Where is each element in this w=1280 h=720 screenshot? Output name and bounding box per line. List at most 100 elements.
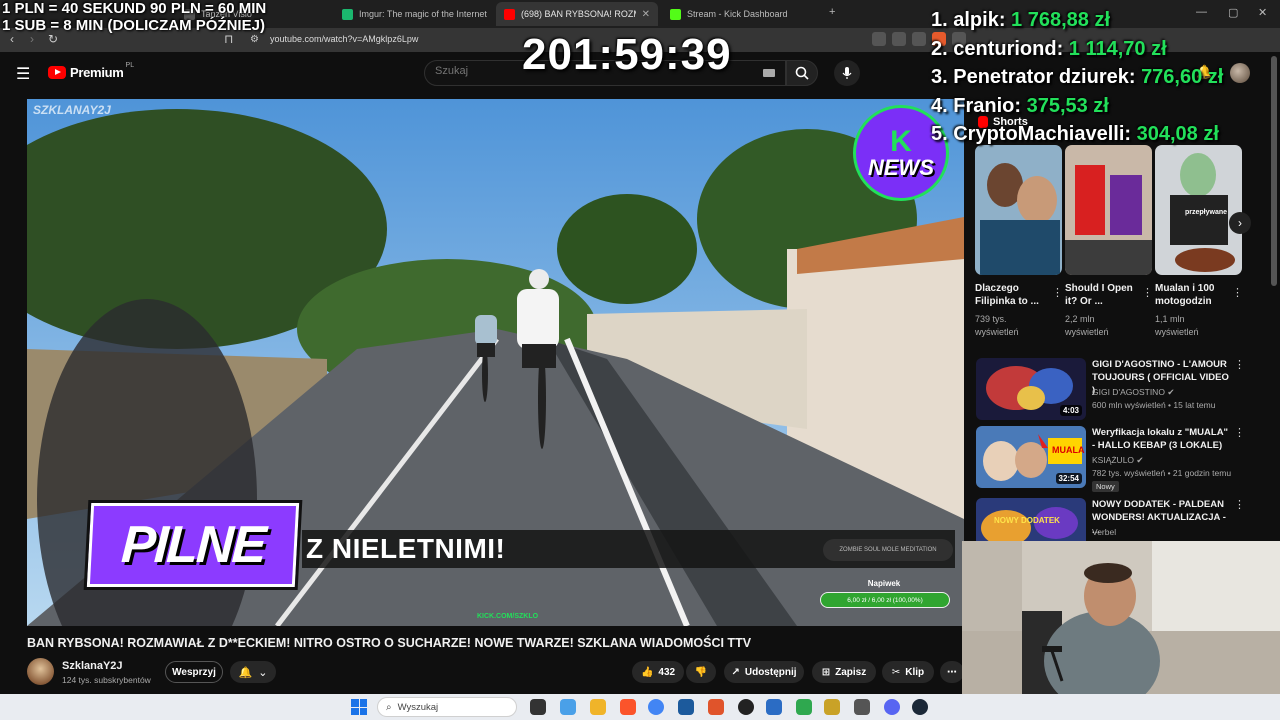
pilne-text: PILNE [119,516,267,574]
calculator-icon[interactable] [854,699,870,715]
video-thumbnail: MUALA 32:54 [976,426,1086,488]
share-button[interactable]: ↗ Udostępnij [724,661,804,683]
share-icon[interactable] [892,32,906,46]
video-meta: 600 mln wyświetleń • 15 lat temu [1092,400,1216,410]
browser-tab-active[interactable]: (698) BAN RYBSONA! ROZMA ✕ [496,2,658,26]
notepad-icon[interactable] [766,699,782,715]
save-button[interactable]: ⊞ Zapisz [812,661,876,683]
keyboard-icon[interactable] [763,69,775,77]
video-thumbnail: 4:03 [976,358,1086,420]
short-views: 2,2 mln wyświetleń [1065,314,1109,337]
shorts-next-button[interactable]: › [1229,212,1251,234]
donation-rules-overlay: 1 PLN = 40 SEKUND 90 PLN = 60 MIN 1 SUB … [2,0,266,34]
save-icon: ⊞ [821,666,831,678]
close-tab-icon[interactable]: ✕ [636,9,650,20]
recommended-video[interactable]: NOWY DODATEK NOWY DODATEK - PALDEAN WOND… [976,498,1266,542]
verified-icon: ✔ [1136,455,1144,465]
ticker-text: Z NIELETNIMI! [306,533,506,564]
clip-label: Klip [905,666,925,678]
menu-icon[interactable]: ☰ [16,64,30,84]
thumbnail-text: MUALA [1052,445,1085,455]
chrome-icon[interactable] [648,699,664,715]
video-duration: 32:54 [1055,473,1082,484]
channel-avatar[interactable] [27,658,54,685]
clip-button[interactable]: ✂ Klip [882,661,934,683]
notification-bell-button[interactable]: 🔔 ⌄ [230,661,276,683]
brave-icon[interactable] [620,699,636,715]
support-button[interactable]: Wesprzyj [165,661,223,683]
account-avatar[interactable] [1230,63,1250,83]
dislike-button[interactable]: 👎 [686,661,716,683]
short-title: Mualan i 100 motogodzin [1155,283,1215,307]
scissors-icon: ✂ [891,666,901,678]
donor-row: 4. Franio: 375,53 zł [931,94,1109,117]
site-info-icon[interactable]: ⚙ [250,34,259,45]
file-explorer-icon[interactable] [590,699,606,715]
close-window-icon[interactable]: ✕ [1258,6,1267,19]
kick-tag: KICK.COM/SZKLO [477,613,539,620]
new-tab-button[interactable]: + [829,6,835,18]
video-player[interactable]: SZKLANAY2J K NEWS PILNE Z NIELETNIMI! ZO… [27,99,964,626]
short-menu-icon[interactable]: ⋮ [1052,286,1063,299]
maximize-icon[interactable]: ▢ [1228,6,1238,19]
search-icon [795,66,809,80]
short-item[interactable]: Dlaczego Filipinka to ... 739 tys. wyświe… [975,145,1063,337]
video-menu-icon[interactable]: ⋮ [1234,426,1245,439]
donor-row: 5. CryptoMachiavelli: 304,08 zł [931,123,1219,145]
task-view-icon[interactable] [530,699,546,715]
short-thumbnail: przepływane [1155,145,1242,275]
thumbs-up-icon: 👍 [640,666,654,678]
imgur-favicon-icon [342,8,353,20]
video-thumbnail: NOWY DODATEK [976,498,1086,542]
short-menu-icon[interactable]: ⋮ [1232,286,1243,299]
like-count: 432 [658,666,676,678]
thumbnail-text: NOWY DODATEK [994,516,1060,525]
save-label: Zapisz [835,666,867,678]
obs-icon[interactable] [738,699,754,715]
app-icon[interactable] [796,699,812,715]
app-icon[interactable] [824,699,840,715]
short-title: Dlaczego Filipinka to ... [975,283,1039,307]
donor-leaderboard: 1. alpik: 1 768,88 zł 2. centuriond: 1 1… [931,6,1223,149]
taskbar-search[interactable]: ⌕ Wyszukaj [377,697,517,717]
video-menu-icon[interactable]: ⋮ [1234,498,1245,511]
store-icon[interactable] [678,699,694,715]
thumbs-down-icon: 👎 [694,666,708,678]
tip-goal-bar: 6,00 zł / 6,00 zł (100,00%) [820,592,950,608]
discord-icon[interactable] [884,699,900,715]
recommended-video[interactable]: 4:03 GIGI D'AGOSTINO - L'AMOUR TOUJOURS … [976,358,1266,420]
short-item[interactable]: przepływane Mualan i 100 motogodzin 1,1 … [1155,145,1243,337]
short-item[interactable]: Should I Open it? Or ... 2,2 mln wyświetl… [1065,145,1153,337]
tip-goal-label: Napiwek [867,579,901,588]
short-thumbnail [975,145,1062,275]
brave-nightly-icon[interactable] [708,699,724,715]
steam-icon[interactable] [912,699,928,715]
voice-search-button[interactable] [834,60,860,86]
search-icon: ⌕ [386,701,392,713]
zoom-icon[interactable] [912,32,926,46]
back-icon[interactable]: ‹ [10,32,14,46]
page-scrollbar[interactable] [1271,56,1277,286]
screenshot-icon[interactable] [872,32,886,46]
browser-tab[interactable]: Imgur: The magic of the Internet [334,2,490,26]
reload-icon[interactable]: ↻ [48,32,58,46]
search-button[interactable] [786,60,818,86]
more-actions-button[interactable]: ⋯ [940,661,964,683]
browser-tab[interactable]: Stream - Kick Dashboard [662,2,822,26]
video-channel: KSIĄŻULO ✔ [1092,455,1144,465]
like-button[interactable]: 👍 432 [632,661,684,683]
video-menu-icon[interactable]: ⋮ [1234,358,1245,371]
video-duration: 4:03 [1059,405,1082,416]
microphone-icon [842,67,852,79]
short-menu-icon[interactable]: ⋮ [1142,286,1153,299]
recommended-video[interactable]: MUALA 32:54 Weryfikacja lokalu z "MUALA"… [976,426,1266,492]
verified-icon: ✔ [1167,387,1175,397]
ticker-logo: ZOMBIE SOUL MOLE MEDITATION [823,539,953,561]
bookmark-icon[interactable]: ⊓ [224,32,233,46]
windows-start-icon[interactable] [351,699,367,715]
channel-name[interactable]: SzklanaY2J [62,660,123,672]
copilot-icon[interactable] [560,699,576,715]
youtube-logo[interactable]: Premium PL [48,62,134,80]
forward-icon[interactable]: › [30,32,34,46]
url-field[interactable]: youtube.com/watch?v=AMgklpz6Lpw [270,34,418,44]
